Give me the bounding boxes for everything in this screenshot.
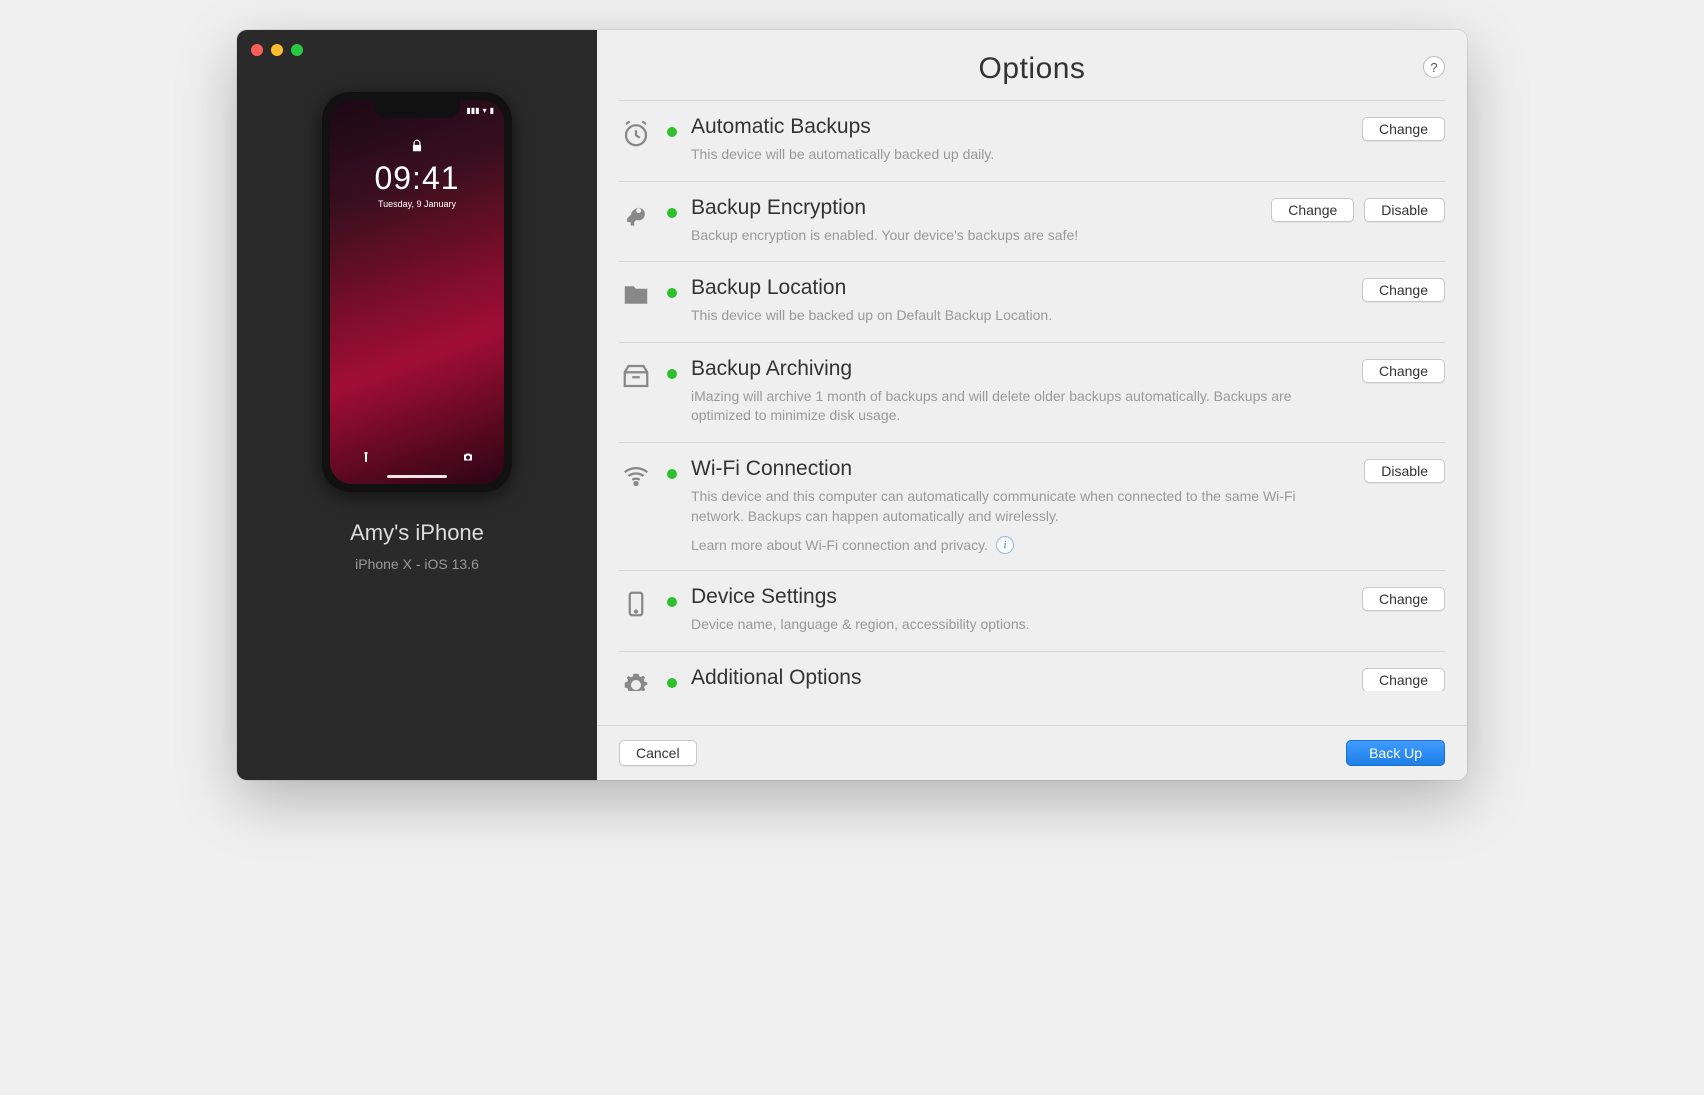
option-title: Backup Location bbox=[691, 276, 1348, 300]
change-button[interactable]: Change bbox=[1362, 359, 1445, 383]
option-device-settings: Device Settings Device name, language & … bbox=[619, 570, 1445, 651]
main-panel: Options ? Automatic Backups This device … bbox=[597, 30, 1467, 780]
learn-more-row: Learn more about Wi-Fi connection and pr… bbox=[691, 536, 1350, 554]
header: Options ? bbox=[597, 30, 1467, 100]
backup-button[interactable]: Back Up bbox=[1346, 740, 1445, 766]
option-desc: This device will be automatically backed… bbox=[691, 145, 1348, 165]
key-icon bbox=[619, 198, 653, 232]
option-title: Wi-Fi Connection bbox=[691, 457, 1350, 481]
option-title: Backup Encryption bbox=[691, 196, 1257, 220]
option-title: Automatic Backups bbox=[691, 115, 1348, 139]
wifi-icon bbox=[619, 459, 653, 493]
phone-device-icon bbox=[619, 587, 653, 621]
maximize-icon[interactable] bbox=[291, 44, 303, 56]
close-icon[interactable] bbox=[251, 44, 263, 56]
status-dot bbox=[667, 127, 677, 137]
option-backup-location: Backup Location This device will be back… bbox=[619, 261, 1445, 342]
phone-time: 09:41 bbox=[374, 160, 459, 197]
learn-more-text: Learn more about Wi-Fi connection and pr… bbox=[691, 537, 988, 553]
gear-icon bbox=[619, 668, 653, 691]
flashlight-icon bbox=[360, 451, 372, 466]
option-wifi-connection: Wi-Fi Connection This device and this co… bbox=[619, 442, 1445, 570]
change-button[interactable]: Change bbox=[1362, 587, 1445, 611]
device-name-label: Amy's iPhone bbox=[350, 520, 484, 546]
status-dot bbox=[667, 678, 677, 688]
option-title: Backup Archiving bbox=[691, 357, 1348, 381]
options-list: Automatic Backups This device will be au… bbox=[597, 100, 1467, 725]
option-title: Additional Options bbox=[691, 666, 1348, 690]
device-sidebar: ▮▮▮ ▾ ▮ 09:41 Tuesday, 9 January bbox=[237, 30, 597, 780]
phone-date: Tuesday, 9 January bbox=[378, 199, 456, 209]
alarm-clock-icon bbox=[619, 117, 653, 151]
phone-frame: ▮▮▮ ▾ ▮ 09:41 Tuesday, 9 January bbox=[322, 92, 512, 492]
option-title: Device Settings bbox=[691, 585, 1348, 609]
option-backup-encryption: Backup Encryption Backup encryption is e… bbox=[619, 181, 1445, 262]
lock-icon bbox=[410, 139, 424, 156]
info-button[interactable]: i bbox=[996, 536, 1014, 554]
page-title: Options bbox=[597, 52, 1467, 86]
option-desc: This device and this computer can automa… bbox=[691, 487, 1350, 526]
phone-screen: ▮▮▮ ▾ ▮ 09:41 Tuesday, 9 January bbox=[330, 100, 504, 484]
option-backup-archiving: Backup Archiving iMazing will archive 1 … bbox=[619, 342, 1445, 442]
disable-button[interactable]: Disable bbox=[1364, 198, 1445, 222]
option-desc: iMazing will archive 1 month of backups … bbox=[691, 387, 1348, 426]
option-desc: This device will be backed up on Default… bbox=[691, 306, 1348, 326]
status-dot bbox=[667, 208, 677, 218]
device-model-label: iPhone X - iOS 13.6 bbox=[355, 556, 479, 572]
status-dot bbox=[667, 369, 677, 379]
option-additional-options: Additional Options Change bbox=[619, 651, 1445, 691]
minimize-icon[interactable] bbox=[271, 44, 283, 56]
change-button[interactable]: Change bbox=[1271, 198, 1354, 222]
change-button[interactable]: Change bbox=[1362, 278, 1445, 302]
change-button[interactable]: Change bbox=[1362, 668, 1445, 691]
archive-icon bbox=[619, 359, 653, 393]
help-button[interactable]: ? bbox=[1423, 56, 1445, 78]
option-desc: Backup encryption is enabled. Your devic… bbox=[691, 226, 1257, 246]
phone-dock bbox=[330, 451, 504, 466]
status-dot bbox=[667, 469, 677, 479]
battery-icon: ▮ bbox=[490, 106, 494, 115]
wifi-icon: ▾ bbox=[483, 106, 487, 115]
home-indicator bbox=[387, 475, 447, 478]
device-preview: ▮▮▮ ▾ ▮ 09:41 Tuesday, 9 January bbox=[322, 92, 512, 572]
folder-icon bbox=[619, 278, 653, 312]
option-automatic-backups: Automatic Backups This device will be au… bbox=[619, 100, 1445, 181]
status-dot bbox=[667, 597, 677, 607]
signal-icon: ▮▮▮ bbox=[466, 106, 479, 115]
option-desc: Device name, language & region, accessib… bbox=[691, 615, 1348, 635]
change-button[interactable]: Change bbox=[1362, 117, 1445, 141]
window-controls bbox=[251, 44, 303, 56]
options-window: ▮▮▮ ▾ ▮ 09:41 Tuesday, 9 January bbox=[237, 30, 1467, 780]
camera-icon bbox=[462, 451, 474, 466]
cancel-button[interactable]: Cancel bbox=[619, 740, 697, 766]
disable-button[interactable]: Disable bbox=[1364, 459, 1445, 483]
status-dot bbox=[667, 288, 677, 298]
footer: Cancel Back Up bbox=[597, 725, 1467, 780]
phone-notch bbox=[374, 100, 460, 118]
